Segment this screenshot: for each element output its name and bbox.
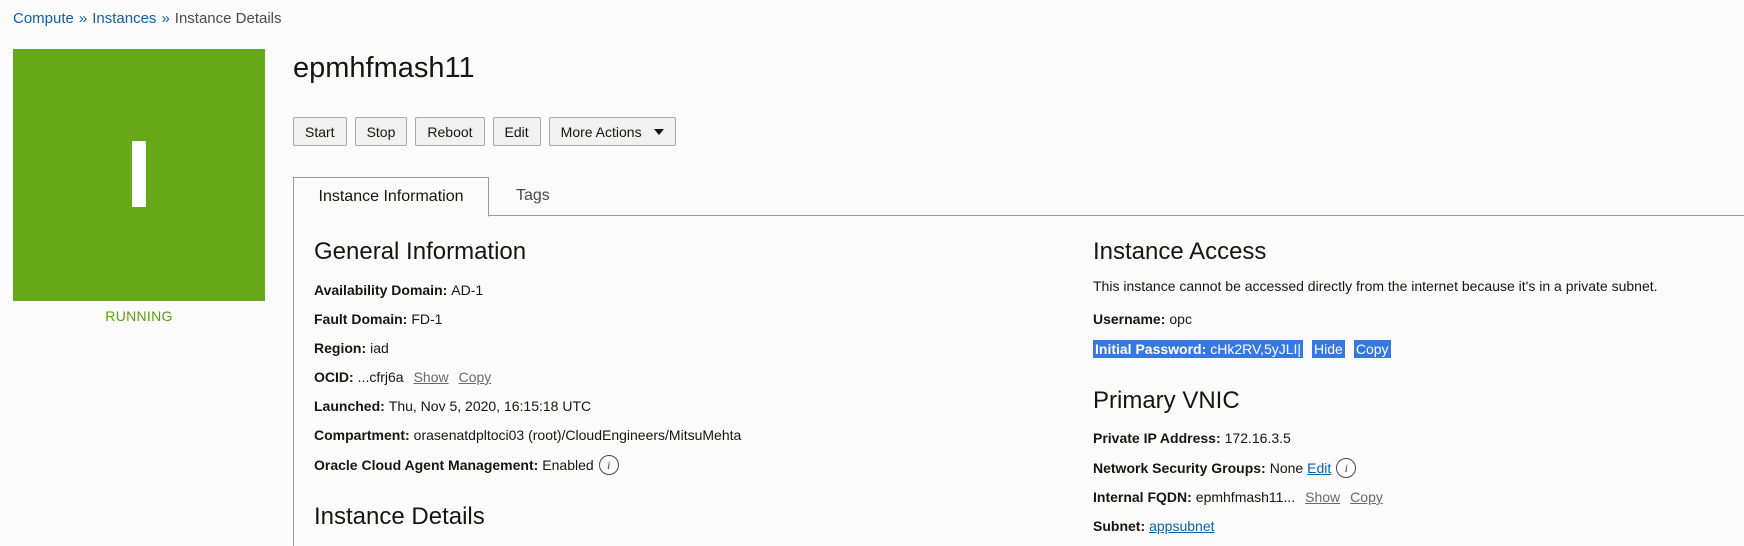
field-label: OCID: — [314, 369, 354, 385]
initial-password-value: cHk2RV,5yJLI| — [1208, 340, 1304, 358]
agent-management-row: Oracle Cloud Agent Management: Enabled i — [314, 455, 619, 475]
tab-bar: Instance Information Tags — [293, 177, 1744, 217]
field-label: Fault Domain: — [314, 311, 408, 327]
field-value: None — [1269, 460, 1304, 476]
fault-domain-row: Fault Domain: FD-1 — [314, 311, 442, 327]
start-button[interactable]: Start — [293, 117, 347, 146]
field-value: orasenatdpltoci03 (root)/CloudEngineers/… — [413, 427, 742, 443]
fqdn-copy-link[interactable]: Copy — [1350, 489, 1383, 505]
field-value: epmhfmash11... — [1195, 489, 1296, 505]
field-value: Thu, Nov 5, 2020, 16:15:18 UTC — [388, 398, 592, 414]
field-value: opc — [1169, 311, 1192, 327]
info-icon[interactable]: i — [598, 455, 619, 475]
compartment-row: Compartment: orasenatdpltoci03 (root)/Cl… — [314, 427, 741, 443]
field-label: Subnet: — [1093, 518, 1146, 534]
instance-tile-letter: I — [125, 121, 153, 228]
internal-fqdn-row: Internal FQDN: epmhfmash11... Show Copy — [1093, 489, 1383, 505]
field-label: Oracle Cloud Agent Management: — [314, 457, 539, 473]
edit-button[interactable]: Edit — [492, 117, 541, 146]
password-copy-link[interactable]: Copy — [1353, 340, 1391, 358]
field-value: FD-1 — [411, 311, 443, 327]
region-row: Region: iad — [314, 340, 389, 356]
breadcrumb-separator: » — [78, 10, 88, 27]
username-row: Username: opc — [1093, 311, 1192, 327]
fqdn-show-link[interactable]: Show — [1305, 489, 1340, 505]
instance-details-heading: Instance Details — [314, 503, 485, 530]
field-label: Network Security Groups: — [1093, 460, 1266, 476]
field-label: Internal FQDN: — [1093, 489, 1192, 505]
field-label: Region: — [314, 340, 367, 356]
field-label: Private IP Address: — [1093, 430, 1221, 446]
nsg-row: Network Security Groups: None Edit i — [1093, 458, 1357, 478]
tab-instance-information[interactable]: Instance Information — [293, 177, 489, 217]
info-icon[interactable]: i — [1336, 458, 1357, 478]
instance-access-heading: Instance Access — [1093, 238, 1267, 265]
more-actions-label: More Actions — [560, 123, 642, 140]
breadcrumb: Compute» Instances» Instance Details — [13, 10, 282, 27]
ocid-copy-link[interactable]: Copy — [459, 369, 492, 385]
general-information-heading: General Information — [314, 238, 527, 265]
stop-button[interactable]: Stop — [354, 117, 408, 146]
password-hide-link[interactable]: Hide — [1312, 340, 1345, 358]
field-value: Enabled — [542, 457, 594, 473]
tab-tags[interactable]: Tags — [506, 177, 560, 215]
ocid-show-link[interactable]: Show — [414, 369, 449, 385]
breadcrumb-separator: » — [161, 10, 170, 27]
nsg-edit-link[interactable]: Edit — [1307, 460, 1331, 476]
private-ip-row: Private IP Address: 172.16.3.5 — [1093, 430, 1291, 446]
breadcrumb-compute[interactable]: Compute — [13, 10, 74, 27]
subnet-link[interactable]: appsubnet — [1149, 518, 1214, 534]
field-label: Launched: — [314, 398, 385, 414]
page-title: epmhfmash11 — [293, 52, 475, 84]
field-label: Compartment: — [314, 427, 410, 443]
reboot-button[interactable]: Reboot — [415, 117, 485, 146]
field-value: AD-1 — [451, 282, 484, 298]
more-actions-button[interactable]: More Actions — [548, 117, 676, 146]
access-description: This instance cannot be accessed directl… — [1093, 278, 1658, 294]
panel-border — [293, 215, 294, 546]
caret-down-icon — [653, 128, 664, 135]
field-value: iad — [370, 340, 389, 356]
field-value: 172.16.3.5 — [1224, 430, 1291, 446]
subnet-row: Subnet: appsubnet — [1093, 518, 1215, 534]
breadcrumb-current: Instance Details — [174, 10, 282, 27]
launched-row: Launched: Thu, Nov 5, 2020, 16:15:18 UTC — [314, 398, 591, 414]
field-label: Availability Domain: — [314, 282, 448, 298]
ocid-row: OCID: ...cfrj6a Show Copy — [314, 369, 491, 385]
primary-vnic-heading: Primary VNIC — [1093, 387, 1240, 414]
field-label: Username: — [1093, 311, 1166, 327]
field-label: Initial Password: — [1093, 340, 1209, 358]
instance-status-tile: I — [13, 49, 265, 301]
status-label: RUNNING — [105, 308, 173, 324]
action-toolbar: Start Stop Reboot Edit More Actions — [293, 117, 676, 146]
field-value: ...cfrj6a — [357, 369, 404, 385]
breadcrumb-instances[interactable]: Instances — [92, 10, 156, 27]
availability-domain-row: Availability Domain: AD-1 — [314, 282, 483, 298]
initial-password-row: Initial Password: cHk2RV,5yJLI| Hide Cop… — [1093, 340, 1391, 358]
